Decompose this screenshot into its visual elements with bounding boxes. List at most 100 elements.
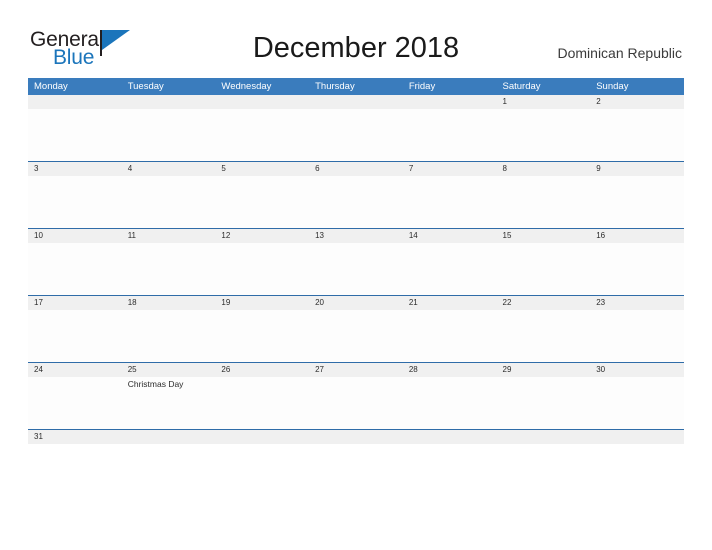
calendar-week-numbers: 10 11 12 13 14 15 16 — [28, 229, 684, 243]
day-cell[interactable] — [122, 243, 216, 295]
day-cell[interactable] — [590, 243, 684, 295]
day-cell[interactable] — [28, 310, 122, 362]
day-cell[interactable]: Christmas Day — [122, 377, 216, 429]
day-cell[interactable] — [403, 176, 497, 228]
day-number[interactable]: 19 — [215, 296, 309, 310]
day-cell[interactable] — [497, 310, 591, 362]
day-number[interactable]: 8 — [497, 162, 591, 176]
day-cell[interactable] — [122, 109, 216, 161]
calendar-week-row: 10 11 12 13 14 15 16 — [28, 228, 684, 295]
day-cell[interactable] — [590, 109, 684, 161]
day-cell[interactable] — [28, 243, 122, 295]
day-event-label: Christmas Day — [127, 379, 184, 389]
day-number[interactable]: 7 — [403, 162, 497, 176]
day-number[interactable]: 11 — [122, 229, 216, 243]
day-cell[interactable] — [590, 176, 684, 228]
day-cell[interactable] — [309, 377, 403, 429]
calendar-week-row: 24 25 26 27 28 29 30 Christmas Day — [28, 362, 684, 429]
weekday-header-thursday: Thursday — [315, 81, 355, 92]
calendar-week-bodies — [28, 109, 684, 161]
day-number[interactable]: 14 — [403, 229, 497, 243]
calendar-week-numbers: 17 18 19 20 21 22 23 — [28, 296, 684, 310]
day-number[interactable]: 29 — [497, 363, 591, 377]
day-cell[interactable] — [403, 310, 497, 362]
day-number[interactable]: 4 — [122, 162, 216, 176]
day-cell[interactable] — [309, 176, 403, 228]
calendar-week-bodies — [28, 310, 684, 362]
day-number[interactable]: 31 — [28, 430, 122, 444]
day-number[interactable]: 2 — [590, 95, 684, 109]
day-number[interactable]: 20 — [309, 296, 403, 310]
day-number[interactable]: 21 — [403, 296, 497, 310]
day-number[interactable]: 17 — [28, 296, 122, 310]
day-cell[interactable] — [403, 377, 497, 429]
calendar-weeks: 1 2 3 4 5 6 7 8 9 10 11 12 13 14 15 16 17 18 19 20 21 22 23 24 2… — [28, 95, 684, 444]
day-cell[interactable] — [403, 243, 497, 295]
calendar-week-bodies: Christmas Day — [28, 377, 684, 429]
day-number[interactable]: 16 — [590, 229, 684, 243]
calendar-week-row: 3456789 — [28, 161, 684, 228]
day-number[interactable]: 6 — [309, 162, 403, 176]
day-cell[interactable] — [309, 109, 403, 161]
day-number-empty — [403, 430, 497, 444]
calendar-week-row: 12 — [28, 95, 684, 161]
day-number[interactable]: 28 — [403, 363, 497, 377]
day-cell[interactable] — [28, 109, 122, 161]
day-cell[interactable] — [215, 176, 309, 228]
weekday-header-monday: Monday — [34, 81, 68, 92]
day-cell[interactable] — [309, 310, 403, 362]
calendar-week-row: 17 18 19 20 21 22 23 — [28, 295, 684, 362]
day-number[interactable]: 18 — [122, 296, 216, 310]
weekday-header-friday: Friday — [408, 81, 436, 92]
day-cell[interactable] — [28, 176, 122, 228]
day-number-empty — [497, 430, 591, 444]
day-number[interactable]: 13 — [309, 229, 403, 243]
day-number[interactable]: 5 — [215, 162, 309, 176]
day-cell[interactable] — [215, 243, 309, 295]
day-number[interactable]: 1 — [497, 95, 591, 109]
day-number-empty — [309, 95, 403, 109]
calendar-week-bodies — [28, 243, 684, 295]
day-number[interactable]: 9 — [590, 162, 684, 176]
day-number[interactable]: 15 — [497, 229, 591, 243]
day-number[interactable]: 26 — [215, 363, 309, 377]
calendar-region-label: Dominican Republic — [557, 45, 682, 61]
day-cell[interactable] — [497, 109, 591, 161]
calendar-week-numbers: 24 25 26 27 28 29 30 — [28, 363, 684, 377]
weekday-header-sunday: Sunday — [596, 81, 629, 92]
day-cell[interactable] — [215, 310, 309, 362]
day-cell[interactable] — [215, 109, 309, 161]
calendar-week-bodies — [28, 176, 684, 228]
day-cell[interactable] — [28, 377, 122, 429]
day-cell[interactable] — [403, 109, 497, 161]
day-cell[interactable] — [497, 377, 591, 429]
day-cell[interactable] — [215, 377, 309, 429]
day-cell[interactable] — [122, 176, 216, 228]
calendar-week-numbers: 31 — [28, 430, 684, 444]
day-cell[interactable] — [309, 243, 403, 295]
day-number-empty — [590, 430, 684, 444]
calendar-grid: Monday Tuesday Wednesday Thursday Friday… — [28, 78, 684, 444]
day-number[interactable]: 25 — [122, 363, 216, 377]
day-number[interactable]: 3 — [28, 162, 122, 176]
weekday-header-wednesday: Wednesday — [221, 81, 272, 92]
day-number[interactable]: 27 — [309, 363, 403, 377]
day-number[interactable]: 12 — [215, 229, 309, 243]
day-number[interactable]: 30 — [590, 363, 684, 377]
day-number-empty — [122, 430, 216, 444]
day-number[interactable]: 22 — [497, 296, 591, 310]
day-number-empty — [122, 95, 216, 109]
day-cell[interactable] — [590, 310, 684, 362]
calendar-weekday-header: Monday Tuesday Wednesday Thursday Friday… — [28, 78, 684, 95]
day-number-empty — [215, 430, 309, 444]
day-number[interactable]: 10 — [28, 229, 122, 243]
weekday-header-tuesday: Tuesday — [127, 81, 164, 92]
day-number[interactable]: 23 — [590, 296, 684, 310]
day-cell[interactable] — [590, 377, 684, 429]
calendar-week-numbers: 12 — [28, 95, 684, 109]
day-cell[interactable] — [122, 310, 216, 362]
day-number[interactable]: 24 — [28, 363, 122, 377]
day-number-empty — [403, 95, 497, 109]
day-cell[interactable] — [497, 176, 591, 228]
day-cell[interactable] — [497, 243, 591, 295]
